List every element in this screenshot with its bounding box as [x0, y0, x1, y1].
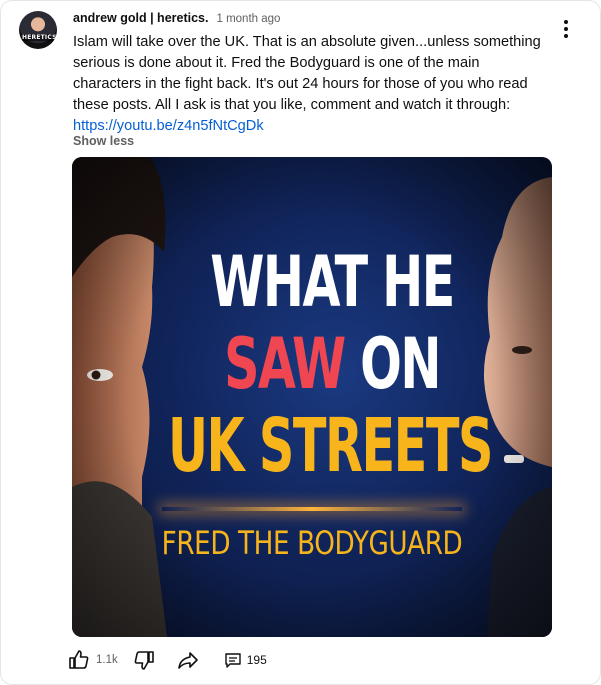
like-count: 1.1k — [96, 654, 118, 666]
share-button[interactable] — [176, 645, 200, 675]
comment-count: 195 — [246, 653, 267, 667]
thumbnail-subline: FRED THE BODYGUARD — [161, 524, 463, 562]
video-link[interactable]: https://youtu.be/z4n5fNtCgDk — [73, 118, 264, 134]
glow-divider — [162, 507, 462, 511]
post-text: Islam will take over the UK. That is an … — [73, 32, 543, 137]
show-less-button[interactable]: Show less — [73, 134, 134, 148]
thumbs-up-icon — [69, 650, 89, 669]
thumbnail-line2: SAW ON — [160, 323, 503, 405]
like-button[interactable]: 1.1k — [67, 645, 118, 675]
thumbs-down-icon — [134, 651, 154, 670]
post-actions: 1.1k 195 — [67, 645, 267, 675]
community-post-card: HERETICS andrew gold | heretics. 1 month… — [0, 0, 601, 685]
thumbnail-saw: SAW — [224, 323, 346, 405]
share-icon — [177, 652, 198, 669]
more-vert-icon[interactable] — [558, 17, 574, 41]
dislike-button[interactable] — [132, 645, 156, 675]
channel-avatar[interactable]: HERETICS — [19, 11, 57, 49]
author-name[interactable]: andrew gold | heretics. — [73, 11, 208, 25]
comments-button[interactable]: 195 — [224, 645, 267, 675]
thumbnail-on: ON — [360, 323, 441, 405]
thumbnail-line1: WHAT HE — [210, 241, 455, 323]
video-thumbnail[interactable]: WHAT HE SAW ON UK STREETS FRED THE BODYG… — [72, 157, 552, 637]
post-meta: andrew gold | heretics. 1 month ago — [73, 11, 280, 29]
comment-icon — [225, 653, 241, 668]
post-body: Islam will take over the UK. That is an … — [73, 34, 541, 113]
thumbnail-line3: UK STREETS — [168, 403, 493, 489]
post-time[interactable]: 1 month ago — [216, 13, 280, 25]
avatar-badge-text: HERETICS — [22, 34, 57, 41]
